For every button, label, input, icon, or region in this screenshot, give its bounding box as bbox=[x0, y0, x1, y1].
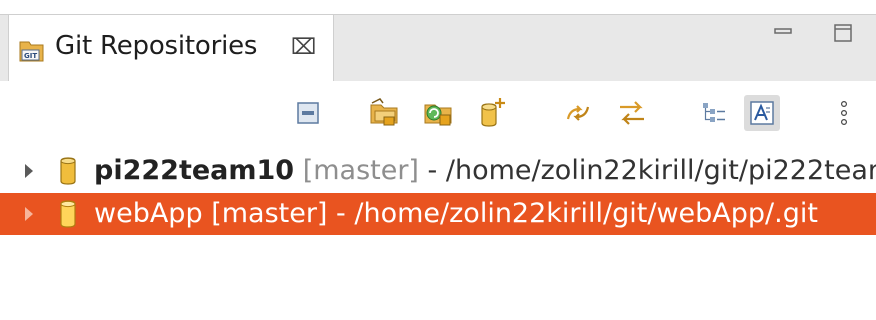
repository-separator: - bbox=[327, 198, 355, 229]
repository-branch: [master] bbox=[302, 155, 419, 186]
git-repositories-icon: GIT bbox=[19, 37, 45, 63]
link-with-selection-icon[interactable] bbox=[560, 95, 596, 131]
tree-row-repository[interactable]: pi222team10 [master] - /home/zolin22kiri… bbox=[0, 150, 876, 192]
sync-repositories-icon[interactable] bbox=[614, 95, 650, 131]
clone-repository-icon[interactable] bbox=[420, 95, 456, 131]
tab-title: Git Repositories bbox=[55, 31, 258, 61]
view-menu-icon[interactable] bbox=[826, 95, 862, 131]
svg-text:GIT: GIT bbox=[24, 52, 37, 60]
expand-arrow-icon[interactable] bbox=[24, 163, 34, 179]
hierarchical-branch-layout-icon[interactable] bbox=[696, 95, 732, 131]
repository-path: /home/zolin22kirill/git/pi222team bbox=[445, 155, 876, 186]
repository-icon bbox=[60, 200, 76, 228]
close-icon[interactable]: ⌧ bbox=[291, 33, 316, 63]
repository-icon bbox=[60, 157, 76, 185]
repository-label: webApp [master] - /home/zolin22kirill/gi… bbox=[94, 196, 818, 232]
view-toolbar bbox=[0, 81, 876, 147]
repository-branch: [master] bbox=[211, 198, 328, 229]
repository-name: webApp bbox=[94, 198, 203, 229]
git-repositories-view: GIT Git Repositories ⌧ pi222team10 [mast… bbox=[0, 0, 876, 320]
repository-path: /home/zolin22kirill/git/webApp/.git bbox=[354, 198, 818, 229]
repository-label: pi222team10 [master] - /home/zolin22kiri… bbox=[94, 153, 876, 189]
collapse-all-icon[interactable] bbox=[290, 95, 326, 131]
tree-row-repository-selected[interactable]: webApp [master] - /home/zolin22kirill/gi… bbox=[0, 193, 876, 235]
tab-git-repositories[interactable]: GIT Git Repositories ⌧ bbox=[8, 14, 334, 81]
expand-arrow-icon[interactable] bbox=[24, 206, 34, 222]
repository-name: pi222team10 bbox=[94, 155, 295, 186]
repository-separator: - bbox=[418, 155, 446, 186]
maximize-icon[interactable] bbox=[830, 20, 856, 46]
show-details-icon[interactable] bbox=[744, 95, 780, 131]
minimize-icon[interactable] bbox=[770, 20, 796, 46]
create-repository-icon[interactable] bbox=[474, 95, 510, 131]
add-existing-repository-icon[interactable] bbox=[366, 95, 402, 131]
